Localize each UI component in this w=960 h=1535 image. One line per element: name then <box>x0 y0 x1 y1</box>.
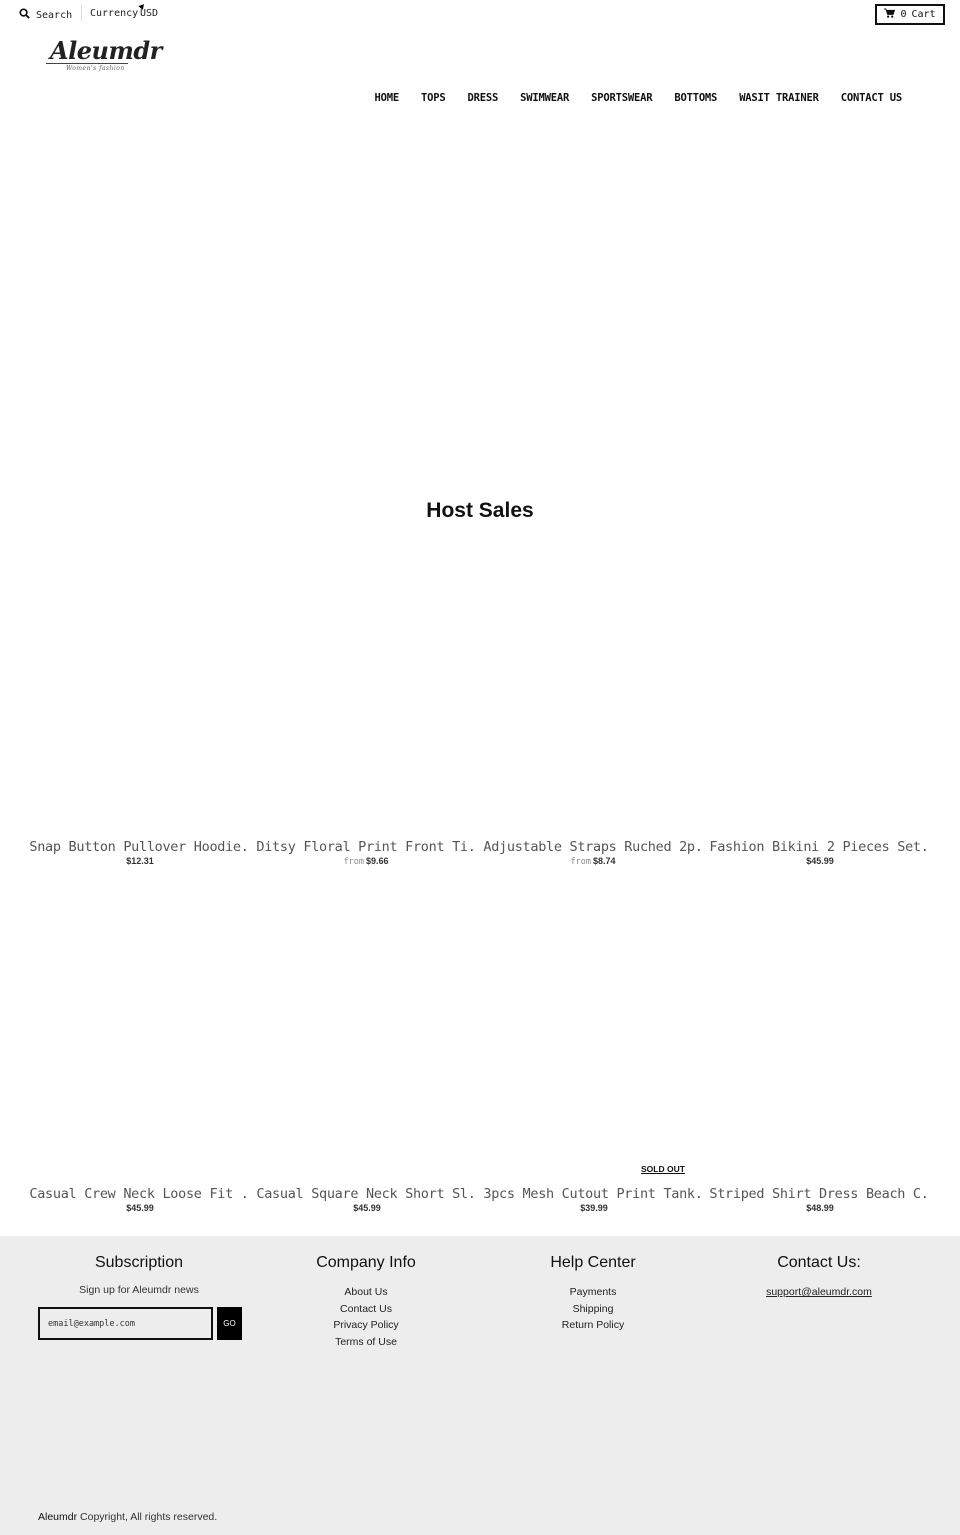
price-value: $12.31 <box>126 856 154 866</box>
cart-label: Cart <box>911 9 936 20</box>
price-prefix: from <box>570 857 591 867</box>
company-info-heading: Company Info <box>316 1254 416 1271</box>
currency-label: Currency <box>90 8 139 19</box>
nav-item-tops[interactable]: TOPS <box>410 92 457 104</box>
product-title[interactable]: Adjustable Straps Ruched 2p. <box>480 839 706 855</box>
footer-link-about-us[interactable]: About Us <box>253 1284 479 1301</box>
product-title[interactable]: 3pcs Mesh Cutout Print Tank. <box>480 1186 706 1202</box>
product-card[interactable]: Fashion Bikini 2 Pieces Set. $45.99 <box>706 579 932 867</box>
copyright: Aleumdr Copyright, All rights reserved. <box>38 1511 217 1523</box>
price-value: $48.99 <box>806 1203 834 1213</box>
footer-subscription: Subscription Sign up for Aleumdr news <box>26 1254 252 1296</box>
price-value: $45.99 <box>126 1203 154 1213</box>
footer-link-return-policy[interactable]: Return Policy <box>480 1317 706 1334</box>
footer-link-payments[interactable]: Payments <box>480 1284 706 1301</box>
footer-link-privacy-policy[interactable]: Privacy Policy <box>253 1317 479 1334</box>
email-placeholder: email@example.com <box>48 1318 135 1329</box>
product-image[interactable] <box>480 926 706 1186</box>
top-bar: Search Currency USD 0 Cart <box>0 0 960 30</box>
product-image[interactable] <box>253 579 479 839</box>
product-title[interactable]: Ditsy Floral Print Front Ti. <box>253 839 479 855</box>
copyright-text: Copyright, All rights reserved. <box>77 1511 218 1523</box>
footer-link-terms-of-use[interactable]: Terms of Use <box>253 1334 479 1351</box>
currency-select[interactable]: USD <box>138 4 158 19</box>
nav-item-contact-us[interactable]: CONTACT US <box>830 92 913 104</box>
nav-item-waist-trainer[interactable]: WASIT TRAINER <box>728 92 830 104</box>
search-button[interactable]: Search <box>19 8 72 22</box>
product-price: $48.99 <box>706 1203 932 1214</box>
product-image[interactable] <box>706 579 932 839</box>
footer-link-shipping[interactable]: Shipping <box>480 1301 706 1318</box>
product-price: $39.99 <box>480 1203 706 1214</box>
product-title[interactable]: Fashion Bikini 2 Pieces Set. <box>706 839 932 855</box>
price-value: $9.66 <box>365 856 389 866</box>
subscription-heading: Subscription <box>94 1254 184 1271</box>
cart-icon <box>884 8 896 21</box>
copyright-brand: Aleumdr <box>38 1511 78 1523</box>
product-title[interactable]: Striped Shirt Dress Beach C. <box>706 1186 932 1202</box>
footer-help-center: Help Center Payments Shipping Return Pol… <box>480 1254 706 1334</box>
price-value: $45.99 <box>353 1203 381 1213</box>
cart-button[interactable]: 0 Cart <box>875 4 945 25</box>
product-price: $12.31 <box>26 856 252 867</box>
help-center-heading: Help Center <box>550 1254 636 1271</box>
product-card[interactable]: Snap Button Pullover Hoodie. $12.31 <box>26 579 252 867</box>
search-icon <box>19 8 30 22</box>
price-value: $45.99 <box>806 856 834 866</box>
product-price: $45.99 <box>26 1203 252 1214</box>
footer-company-info: Company Info About Us Contact Us Privacy… <box>253 1254 479 1350</box>
subscription-text: Sign up for Aleumdr news <box>79 1284 199 1296</box>
product-title[interactable]: Casual Crew Neck Loose Fit . <box>26 1186 252 1202</box>
product-price: from $9.66 <box>253 856 479 867</box>
product-price: from $8.74 <box>480 856 706 867</box>
price-prefix: from <box>343 857 364 867</box>
nav-item-sportswear[interactable]: SPORTSWEAR <box>580 92 663 104</box>
product-card[interactable]: Casual Square Neck Short Sl. $45.99 <box>253 926 479 1214</box>
sold-out-badge: SOLD OUT <box>641 1164 685 1174</box>
product-image[interactable] <box>253 926 479 1186</box>
product-price: $45.99 <box>706 856 932 867</box>
cart-count: 0 <box>900 9 907 20</box>
email-input[interactable]: email@example.com <box>38 1307 213 1340</box>
nav-item-bottoms[interactable]: BOTTOMS <box>663 92 728 104</box>
logo[interactable]: Aleumdr Women's fashion <box>46 36 162 78</box>
product-image[interactable] <box>706 926 932 1186</box>
product-title[interactable]: Casual Square Neck Short Sl. <box>253 1186 479 1202</box>
footer: Subscription Sign up for Aleumdr news em… <box>0 1236 960 1535</box>
price-value: $39.99 <box>580 1203 608 1213</box>
product-price: $45.99 <box>253 1203 479 1214</box>
search-label: Search <box>36 9 73 21</box>
logo-wordmark: Aleumdr <box>50 36 162 65</box>
product-title[interactable]: Snap Button Pullover Hoodie. <box>26 839 252 855</box>
topbar-divider <box>81 5 82 21</box>
logo-underline <box>46 63 128 64</box>
contact-heading: Contact Us: <box>777 1254 861 1271</box>
product-card[interactable]: Casual Crew Neck Loose Fit . $45.99 <box>26 926 252 1214</box>
logo-tagline: Women's fashion <box>66 65 125 72</box>
main-nav: HOME TOPS DRESS SWIMWEAR SPORTSWEAR BOTT… <box>364 92 913 104</box>
product-image[interactable] <box>480 579 706 839</box>
product-card[interactable]: Striped Shirt Dress Beach C. $48.99 <box>706 926 932 1214</box>
nav-item-home[interactable]: HOME <box>364 92 411 104</box>
nav-item-dress[interactable]: DRESS <box>457 92 510 104</box>
support-email-link[interactable]: support@aleumdr.com <box>706 1284 932 1301</box>
product-image[interactable] <box>26 926 252 1186</box>
footer-contact: Contact Us: support@aleumdr.com <box>706 1254 932 1301</box>
product-card[interactable]: Adjustable Straps Ruched 2p. from $8.74 <box>480 579 706 867</box>
footer-link-contact-us[interactable]: Contact Us <box>253 1301 479 1318</box>
price-value: $8.74 <box>592 856 616 866</box>
subscribe-go-button[interactable]: GO <box>217 1307 242 1340</box>
product-image[interactable] <box>26 579 252 839</box>
section-title: Host Sales <box>426 499 534 522</box>
nav-item-swimwear[interactable]: SWIMWEAR <box>509 92 580 104</box>
product-card[interactable]: Ditsy Floral Print Front Ti. from $9.66 <box>253 579 479 867</box>
